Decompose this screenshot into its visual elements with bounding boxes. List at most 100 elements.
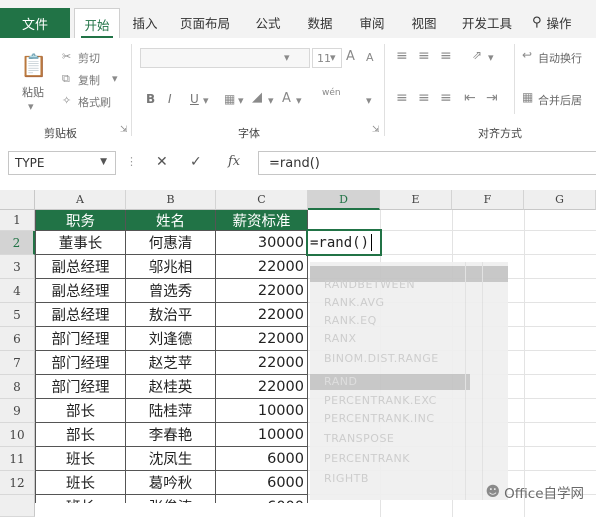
font-name-dropdown-icon[interactable]: ▾ [284, 51, 290, 64]
enter-button[interactable]: ✓ [190, 154, 202, 170]
table-cell[interactable]: 沈凤生 [126, 447, 216, 471]
autocomplete-item[interactable]: RANK.EQ [324, 314, 377, 327]
table-cell[interactable]: 部门经理 [35, 351, 126, 375]
autocomplete-item[interactable]: RANX [324, 332, 357, 345]
phonetic-dropdown-icon[interactable]: ▾ [366, 94, 372, 107]
autocomplete-scrollbar[interactable] [465, 262, 483, 500]
table-cell[interactable]: 副总经理 [35, 303, 126, 327]
font-color-button[interactable]: A [282, 91, 291, 106]
table-cell[interactable]: 副总经理 [35, 279, 126, 303]
align-center-icon[interactable]: ≡ [418, 90, 430, 106]
merge-center-button[interactable]: 合并后居 [538, 92, 582, 108]
shrink-font-button[interactable]: A [366, 51, 374, 64]
autocomplete-item[interactable]: PERCENTRANK.INC [324, 412, 435, 425]
row-header-10[interactable]: 10 [0, 423, 35, 447]
underline-button[interactable]: U [190, 92, 199, 106]
row-header-6[interactable]: 6 [0, 327, 35, 351]
tab-review[interactable]: 审阅 [352, 8, 392, 36]
table-cell[interactable]: 董事长 [35, 231, 126, 255]
autocomplete-item[interactable]: PERCENTRANK [324, 452, 410, 465]
top-align-icon[interactable]: ≡ [396, 48, 408, 64]
font-color-dropdown-icon[interactable]: ▾ [296, 94, 302, 107]
table-cell[interactable]: 曾选秀 [126, 279, 216, 303]
copy-button[interactable]: 复制 [78, 72, 100, 88]
autocomplete-item[interactable]: RANK.AVG [324, 296, 385, 309]
fill-color-icon[interactable]: ◢ [252, 90, 262, 105]
font-size-select[interactable]: 11 [312, 48, 342, 68]
insert-function-button[interactable]: fx [228, 154, 240, 169]
column-header-f[interactable]: F [452, 190, 524, 210]
orientation-dropdown-icon[interactable]: ▾ [488, 51, 494, 64]
active-cell-editor[interactable]: =rand() [306, 229, 382, 256]
cut-button[interactable]: 剪切 [78, 50, 100, 66]
table-cell[interactable]: 班长 [35, 447, 126, 471]
name-box-dropdown-icon[interactable]: ▼ [100, 157, 107, 167]
font-launcher-icon[interactable]: ⇲ [372, 125, 380, 135]
table-cell[interactable]: 张俊涛 [126, 495, 216, 503]
tab-page-layout[interactable]: 页面布局 [174, 8, 236, 36]
font-size-dropdown-icon[interactable]: ▾ [330, 51, 336, 64]
autocomplete-item[interactable]: RANDBETWEEN [324, 278, 415, 291]
table-cell[interactable]: 何惠清 [126, 231, 216, 255]
table-cell[interactable]: 部长 [35, 423, 126, 447]
wrap-text-button[interactable]: 自动换行 [538, 50, 582, 66]
bottom-align-icon[interactable]: ≡ [440, 48, 452, 64]
paste-button[interactable]: 粘贴 [22, 84, 44, 100]
column-header-a[interactable]: A [35, 190, 126, 210]
table-cell[interactable]: 部门经理 [35, 375, 126, 399]
row-header-5[interactable]: 5 [0, 303, 35, 327]
table-cell[interactable]: 葛吟秋 [126, 471, 216, 495]
table-cell[interactable]: 赵芝苹 [126, 351, 216, 375]
tab-home[interactable]: 开始 [74, 8, 120, 39]
tab-insert[interactable]: 插入 [125, 8, 165, 36]
row-header-11[interactable]: 11 [0, 447, 35, 471]
table-cell[interactable]: 22000 [216, 375, 308, 399]
function-autocomplete-list[interactable]: RANDBETWEEN RANK.AVG RANK.EQ RANX BINOM.… [310, 262, 508, 500]
tab-view[interactable]: 视图 [404, 8, 444, 36]
paste-icon[interactable]: 📋 [20, 54, 47, 79]
table-cell[interactable]: 部长 [35, 399, 126, 423]
autocomplete-item[interactable]: RIGHTB [324, 472, 369, 485]
name-box[interactable]: TYPE ▼ [8, 151, 116, 175]
orientation-icon[interactable]: ⇗ [472, 48, 482, 62]
row-header-1[interactable]: 1 [0, 210, 35, 231]
row-header-12[interactable]: 12 [0, 471, 35, 495]
copy-dropdown-icon[interactable]: ▾ [112, 72, 118, 85]
borders-icon[interactable]: ▦ [224, 92, 235, 106]
align-right-icon[interactable]: ≡ [440, 90, 452, 106]
formula-input[interactable]: =rand() [258, 151, 596, 175]
underline-dropdown-icon[interactable]: ▾ [203, 94, 209, 107]
table-cell[interactable]: 部门经理 [35, 327, 126, 351]
row-header-13[interactable] [0, 495, 35, 517]
fill-color-dropdown-icon[interactable]: ▾ [268, 94, 274, 107]
table-cell[interactable]: 李春艳 [126, 423, 216, 447]
phonetic-guide-button[interactable]: wén [322, 88, 341, 98]
format-painter-button[interactable]: 格式刷 [78, 94, 111, 110]
table-cell[interactable]: 22000 [216, 303, 308, 327]
table-cell[interactable]: 22000 [216, 351, 308, 375]
table-header-title[interactable]: 职务 [35, 210, 126, 231]
row-header-4[interactable]: 4 [0, 279, 35, 303]
autocomplete-item[interactable]: PERCENTRANK.EXC [324, 394, 437, 407]
decrease-indent-icon[interactable]: ⇤ [464, 90, 476, 106]
table-cell[interactable]: 赵桂英 [126, 375, 216, 399]
bold-button[interactable]: B [146, 92, 155, 106]
table-cell[interactable]: 10000 [216, 399, 308, 423]
grow-font-button[interactable]: A [346, 49, 355, 64]
row-header-9[interactable]: 9 [0, 399, 35, 423]
table-cell[interactable]: 敖治平 [126, 303, 216, 327]
column-header-e[interactable]: E [380, 190, 452, 210]
table-cell[interactable]: 30000 [216, 231, 308, 255]
middle-align-icon[interactable]: ≡ [418, 48, 430, 64]
table-cell[interactable]: 陆桂萍 [126, 399, 216, 423]
tab-file[interactable]: 文件 [0, 8, 70, 38]
tab-developer[interactable]: 开发工具 [456, 8, 518, 36]
autocomplete-item[interactable]: TRANSPOSE [324, 432, 394, 445]
table-cell[interactable]: 22000 [216, 327, 308, 351]
align-left-icon[interactable]: ≡ [396, 90, 408, 106]
column-header-c[interactable]: C [216, 190, 308, 210]
tab-tell-me[interactable]: ⚲ 操作 [532, 8, 596, 36]
borders-dropdown-icon[interactable]: ▾ [238, 94, 244, 107]
table-cell[interactable]: 22000 [216, 279, 308, 303]
autocomplete-item[interactable]: RAND [324, 375, 357, 388]
